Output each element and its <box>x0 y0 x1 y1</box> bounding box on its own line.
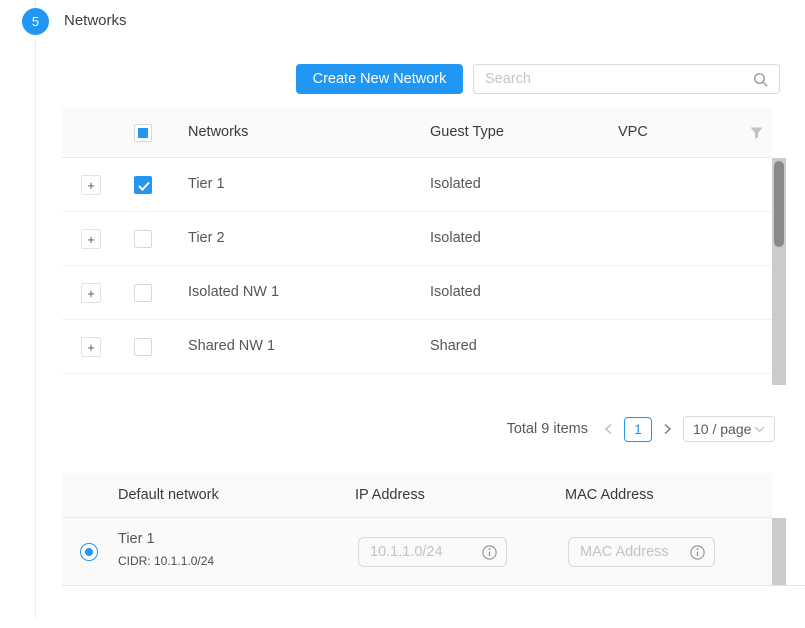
step-number-badge: 5 <box>22 8 49 35</box>
column-header-ip-address: IP Address <box>355 473 425 517</box>
step-number: 5 <box>32 14 39 29</box>
chevron-left-icon <box>604 423 613 435</box>
select-all-checkbox[interactable] <box>134 124 152 142</box>
column-header-default-network: Default network <box>118 473 219 517</box>
networks-table-header: Networks Guest Type VPC <box>62 108 772 158</box>
scrollbar-track[interactable] <box>772 518 786 586</box>
network-name: Shared NW 1 <box>188 320 275 373</box>
ip-address-input[interactable] <box>359 538 467 566</box>
network-guest-type: Isolated <box>430 158 481 211</box>
default-network-table-header: Default network IP Address MAC Address <box>62 473 772 518</box>
create-new-network-button[interactable]: Create New Network <box>296 64 463 94</box>
default-network-name: Tier 1 <box>118 531 155 547</box>
default-network-radio[interactable] <box>80 543 98 561</box>
search-box[interactable] <box>473 64 780 94</box>
row-checkbox[interactable] <box>134 284 152 302</box>
ip-address-field[interactable] <box>358 537 507 567</box>
page-size-value: 10 / page <box>693 421 751 437</box>
network-name: Tier 2 <box>188 212 225 265</box>
search-input[interactable] <box>474 65 744 93</box>
row-checkbox[interactable] <box>134 176 152 194</box>
table-row[interactable]: + Tier 1 Isolated <box>62 158 772 212</box>
networks-step-panel: 5 Networks Create New Network Networks G… <box>0 0 805 628</box>
pagination-next-button[interactable] <box>661 423 674 435</box>
mac-address-input[interactable] <box>569 538 675 566</box>
pagination-page-1[interactable]: 1 <box>624 417 652 442</box>
filter-icon[interactable] <box>750 127 763 140</box>
column-header-networks: Networks <box>188 108 248 157</box>
expand-row-button[interactable]: + <box>81 337 101 357</box>
network-guest-type: Isolated <box>430 266 481 319</box>
table-bottom-divider <box>62 585 805 586</box>
expand-row-button[interactable]: + <box>81 283 101 303</box>
column-header-guest-type: Guest Type <box>430 108 504 157</box>
pagination-prev-button[interactable] <box>602 423 615 435</box>
column-header-mac-address: MAC Address <box>565 473 654 517</box>
mac-address-field[interactable] <box>568 537 715 567</box>
table-row[interactable]: + Shared NW 1 Shared <box>62 320 772 374</box>
pagination-total: Total 9 items <box>507 421 588 437</box>
info-circle-icon[interactable] <box>690 545 705 560</box>
search-icon[interactable] <box>753 72 769 88</box>
pagination: Total 9 items 1 10 / page <box>507 415 775 443</box>
info-circle-icon[interactable] <box>482 545 497 560</box>
network-guest-type: Isolated <box>430 212 481 265</box>
check-icon <box>137 180 151 192</box>
table-row[interactable]: + Tier 2 Isolated <box>62 212 772 266</box>
step-connector-line <box>35 0 36 618</box>
network-guest-type: Shared <box>430 320 477 373</box>
row-checkbox[interactable] <box>134 230 152 248</box>
default-network-cidr: CIDR: 10.1.1.0/24 <box>118 554 214 568</box>
column-header-vpc: VPC <box>618 108 648 157</box>
step-title: Networks <box>64 12 127 29</box>
chevron-down-icon <box>754 426 765 433</box>
default-network-row[interactable]: Tier 1 CIDR: 10.1.1.0/24 <box>62 518 772 586</box>
expand-row-button[interactable]: + <box>81 229 101 249</box>
scrollbar-thumb[interactable] <box>774 161 784 247</box>
row-checkbox[interactable] <box>134 338 152 356</box>
table-row[interactable]: + Isolated NW 1 Isolated <box>62 266 772 320</box>
chevron-right-icon <box>663 423 672 435</box>
expand-row-button[interactable]: + <box>81 175 101 195</box>
network-name: Tier 1 <box>188 158 225 211</box>
page-size-select[interactable]: 10 / page <box>683 416 775 442</box>
network-name: Isolated NW 1 <box>188 266 279 319</box>
